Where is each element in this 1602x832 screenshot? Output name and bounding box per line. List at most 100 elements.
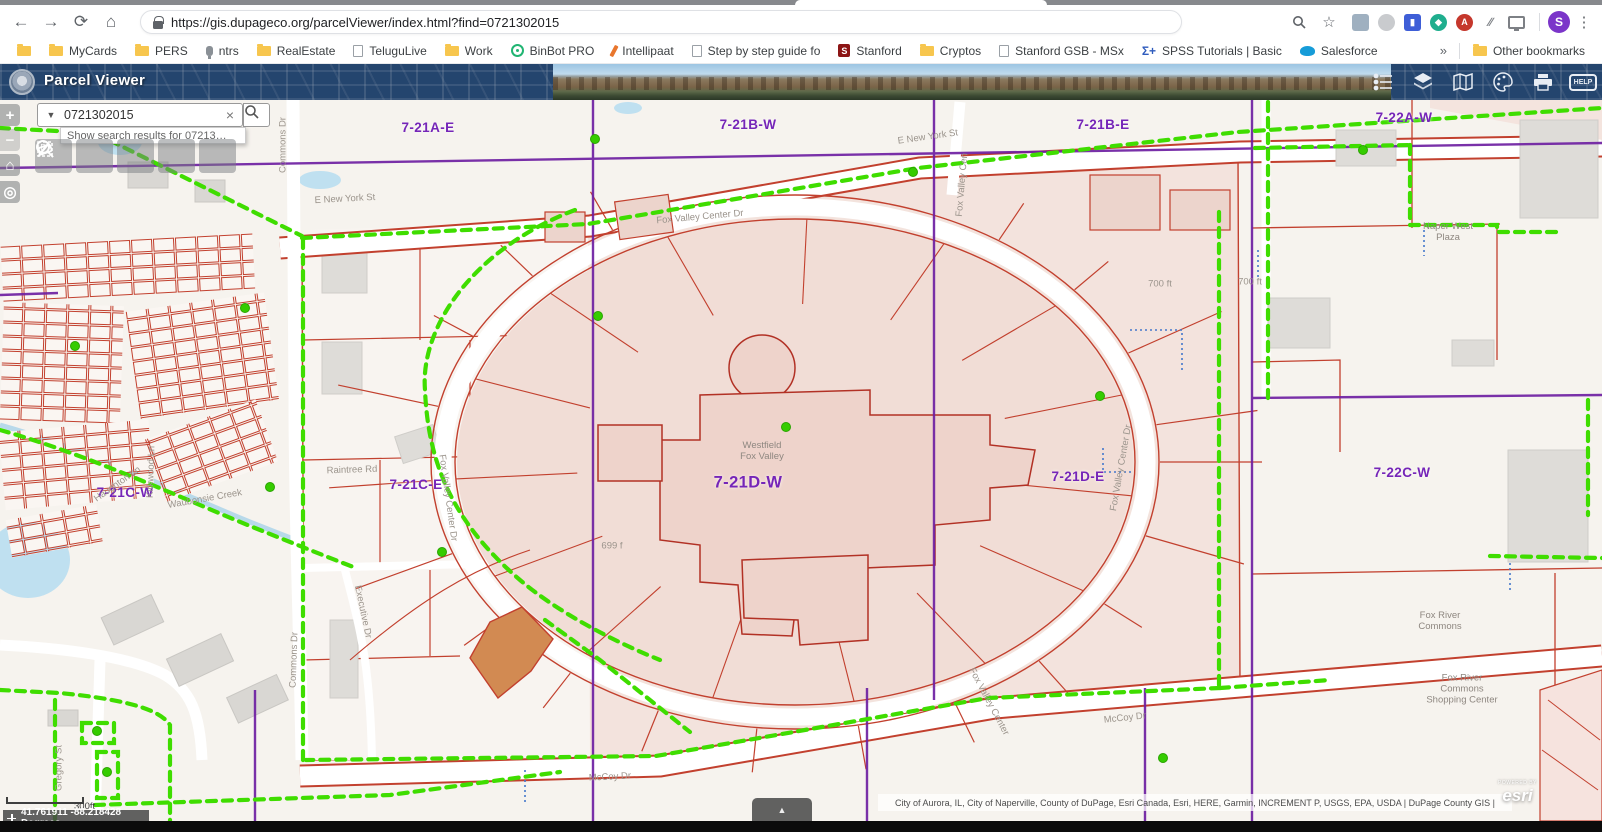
esri-wordmark: esri (1498, 786, 1537, 806)
folder-icon (445, 46, 459, 56)
bookmarks-overflow-chevron[interactable]: » (1432, 43, 1455, 58)
folder-icon (257, 46, 271, 56)
diagonal-stripes-extension-icon[interactable]: ∕∕ (1482, 14, 1499, 31)
page-icon (353, 45, 363, 57)
scale-bar (6, 797, 84, 804)
folder-icon (920, 46, 934, 56)
bookmark-label: Cryptos (940, 44, 981, 58)
locate-button[interactable]: ◎ (0, 181, 20, 203)
bookmark-label: Stanford GSB - MSx (1015, 44, 1124, 58)
print-icon[interactable] (1530, 69, 1556, 95)
bookmark-item[interactable] (8, 40, 40, 62)
lock-icon[interactable] (153, 16, 163, 29)
bookmark-label: TeluguLive (369, 44, 426, 58)
clear-search-icon[interactable]: × (218, 107, 242, 123)
zoom-out-button[interactable]: − (0, 129, 20, 151)
bookmark-label: Intellipaat (622, 44, 673, 58)
coordinates-text: 41.761911 -88.218428 Degrees (21, 807, 145, 821)
layers-icon[interactable] (1410, 69, 1436, 95)
bookmark-item[interactable]: Intellipaat (603, 40, 682, 62)
stanford-icon: S (838, 44, 850, 57)
header-tools: HELP (1370, 64, 1596, 100)
forward-button[interactable]: → (36, 8, 66, 36)
bookmark-item[interactable]: ntrs (197, 40, 248, 62)
attribute-table-pull-tab[interactable]: ▲ (752, 798, 812, 821)
bookmarks-divider (1459, 43, 1460, 59)
reload-button[interactable]: ⟳ (66, 8, 96, 36)
url-text[interactable]: https://gis.dupageco.org/parcelViewer/in… (171, 15, 559, 30)
legend-icon[interactable] (1370, 69, 1396, 95)
address-bar[interactable]: https://gis.dupageco.org/parcelViewer/in… (140, 10, 1182, 34)
bookmark-item[interactable]: MyCards (40, 40, 126, 62)
bookmark-item[interactable]: PERS (126, 40, 197, 62)
crosshair-icon (7, 814, 16, 822)
map-attribution: City of Aurora, IL, City of Naperville, … (878, 794, 1512, 811)
grayscale-photo-extension-icon[interactable] (1352, 14, 1369, 31)
bookmark-label: Salesforce (1321, 44, 1378, 58)
bookmark-item[interactable]: TeluguLive (344, 40, 435, 62)
county-seal-logo (9, 69, 35, 95)
bottom-black-bar (0, 821, 1602, 832)
bookmark-item[interactable]: Salesforce (1291, 40, 1387, 62)
bookmark-label: Step by step guide fo (708, 44, 821, 58)
bookmark-label: PERS (155, 44, 188, 58)
app-title: Parcel Viewer (44, 72, 145, 89)
bookmark-item[interactable]: Σ+ SPSS Tutorials | Basic (1133, 40, 1291, 62)
bookmark-label: MyCards (69, 44, 117, 58)
search-type-dropdown[interactable]: ▼ (38, 104, 64, 126)
zoom-icon[interactable] (1286, 10, 1312, 34)
page-icon (692, 45, 702, 57)
back-button[interactable]: ← (6, 8, 36, 36)
browser-window: ← → ⟳ ⌂ https://gis.dupageco.org/parcelV… (0, 0, 1602, 832)
extensions-area: ▮ ◆ A ∕∕ (1352, 14, 1525, 31)
bookmarks-bar: MyCards PERS ntrs RealEstate TeluguLive Work B… (0, 38, 1602, 64)
zoom-in-button[interactable]: + (0, 104, 20, 126)
bookmark-label: Stanford (856, 44, 901, 58)
bookmark-item[interactable]: Work (436, 40, 502, 62)
profile-avatar[interactable]: S (1548, 11, 1570, 33)
home-extent-button[interactable]: ⌂ (0, 154, 20, 176)
teal-badge-extension-icon[interactable]: ◆ (1430, 14, 1447, 31)
map-canvas[interactable]: 7-21A-E7-21B-W7-21B-E7-22A-W7-21C-W7-21C… (0, 100, 1602, 821)
zoom-search-tool-icon[interactable] (76, 139, 113, 173)
bookmark-label: ntrs (219, 44, 239, 58)
eraser-tool-icon[interactable] (199, 139, 236, 173)
salesforce-icon (1300, 46, 1315, 56)
chrome-menu-icon[interactable]: ⋮ (1574, 13, 1594, 31)
bookmark-item[interactable]: S Stanford (829, 40, 910, 62)
app-header: Parcel Viewer HELP (0, 64, 1602, 100)
page-icon (999, 45, 1009, 57)
parcel-search-box[interactable]: ▼ × (37, 103, 243, 127)
bookmark-item[interactable]: BinBot PRO (502, 40, 604, 62)
esri-logo: POWERED BY esri (1498, 780, 1537, 806)
bookmark-item[interactable]: Step by step guide fo (683, 40, 830, 62)
search-button[interactable] (243, 103, 270, 127)
gray-sphere-extension-icon[interactable] (1378, 14, 1395, 31)
bookmark-items: MyCards PERS ntrs RealEstate TeluguLive Work B… (8, 40, 1387, 62)
bookmark-star-icon[interactable]: ☆ (1316, 10, 1342, 34)
search-input[interactable] (64, 108, 218, 122)
help-icon[interactable]: HELP (1570, 69, 1596, 95)
blue-bookmark-extension-icon[interactable]: ▮ (1404, 14, 1421, 31)
home-button[interactable]: ⌂ (96, 8, 126, 36)
map-tool-row: P (35, 139, 236, 173)
sigma-icon: Σ+ (1142, 44, 1156, 58)
screen-share-extension-icon[interactable] (1508, 16, 1525, 29)
folder-icon (17, 46, 31, 56)
bookmark-label: SPSS Tutorials | Basic (1162, 44, 1282, 58)
bookmark-label: Work (465, 44, 493, 58)
swipe-map-icon[interactable] (1450, 69, 1476, 95)
bookmark-item[interactable]: Cryptos (911, 40, 990, 62)
folder-icon (1473, 46, 1487, 56)
draw-tool-icon[interactable] (158, 139, 195, 173)
coordinates-readout: 41.761911 -88.218428 Degrees (3, 810, 149, 821)
folder-icon (135, 46, 149, 56)
red-a-extension-icon[interactable]: A (1456, 14, 1473, 31)
basemap-palette-icon[interactable] (1490, 69, 1516, 95)
bookmark-item[interactable]: RealEstate (248, 40, 345, 62)
bookmark-item[interactable]: Stanford GSB - MSx (990, 40, 1133, 62)
other-bookmarks[interactable]: Other bookmarks (1464, 40, 1594, 62)
select-tool-icon[interactable] (117, 139, 154, 173)
bookmark-label: RealEstate (277, 44, 336, 58)
map-graphics (0, 100, 1602, 821)
